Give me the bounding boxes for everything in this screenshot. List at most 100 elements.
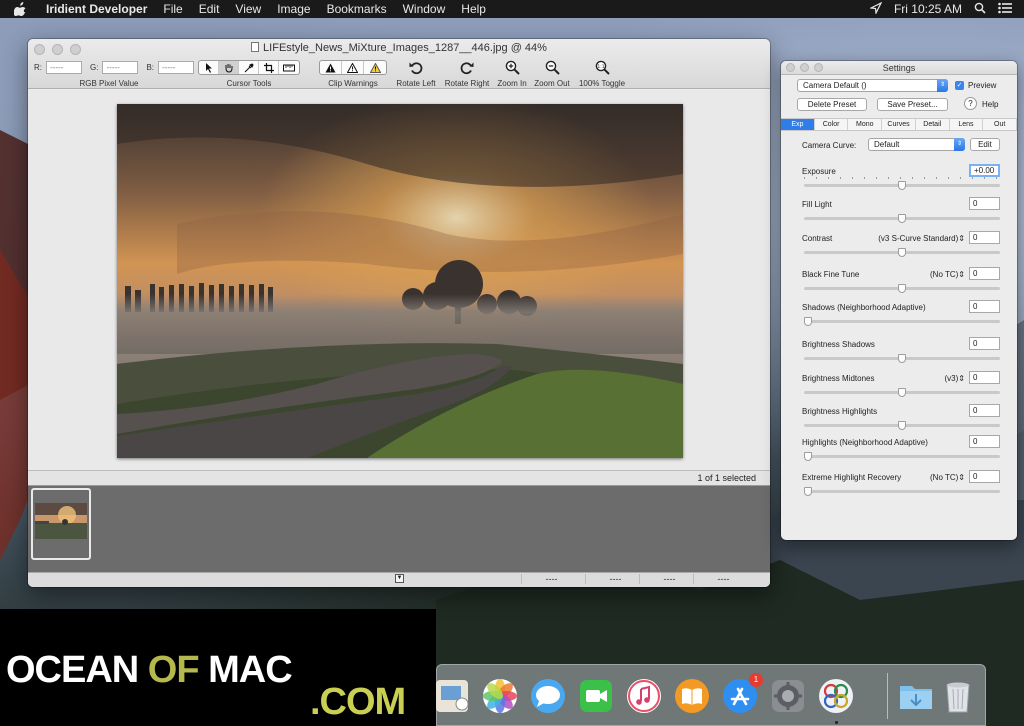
slider-knob[interactable] (804, 452, 812, 461)
slider-knob[interactable] (898, 248, 906, 257)
exposure-slider[interactable] (804, 177, 1000, 192)
black-fine-tune-value-field[interactable]: 0 (969, 267, 1000, 280)
extreme-highlight-recovery-mode-popup[interactable]: (No TC)⇕ (930, 473, 965, 482)
brightness-midtones-value-field[interactable]: 0 (969, 371, 1000, 384)
fill-light-slider[interactable] (804, 213, 1000, 225)
settings-close-button[interactable] (786, 63, 795, 72)
settings-zoom-button[interactable] (814, 63, 823, 72)
slider-knob[interactable] (898, 214, 906, 223)
exposure-value-field[interactable]: +0.00 (969, 164, 1000, 177)
menu-file[interactable]: File (155, 2, 190, 16)
slider-knob[interactable] (804, 317, 812, 326)
system-preferences-icon[interactable] (769, 677, 807, 715)
camera-curve-edit-button[interactable]: Edit (970, 138, 1000, 151)
menu-bookmarks[interactable]: Bookmarks (319, 2, 395, 16)
zoom-in-button[interactable]: Zoom In (494, 59, 530, 88)
preset-popup[interactable]: Camera Default () ⇕ (797, 79, 948, 92)
menubar-clock[interactable]: Fri 10:25 AM (894, 2, 962, 16)
both-clip-warning-icon[interactable] (342, 61, 364, 74)
brightness-shadows-value-field[interactable]: 0 (969, 337, 1000, 350)
menu-image[interactable]: Image (269, 2, 318, 16)
tab-detail[interactable]: Detail (916, 119, 950, 130)
thumbnail-selected[interactable] (31, 488, 91, 560)
spotlight-search-icon[interactable] (974, 2, 986, 17)
preview-checkbox[interactable]: ✓ (955, 81, 964, 90)
shadows-neighborhood-adaptive-label: Shadows (Neighborhood Adaptive) (802, 303, 926, 312)
fill-light-value-field[interactable]: 0 (969, 197, 1000, 210)
messages-icon[interactable] (529, 677, 567, 715)
brightness-highlights-slider[interactable] (804, 420, 1000, 432)
downloads-folder-icon[interactable] (897, 677, 935, 715)
shadows-neighborhood-adaptive-slider[interactable] (804, 316, 1000, 328)
hand-tool-icon[interactable] (219, 61, 239, 74)
slider-knob[interactable] (898, 284, 906, 293)
iridient-icon[interactable] (817, 677, 855, 715)
tab-mono[interactable]: Mono (848, 119, 883, 130)
shadows-neighborhood-adaptive-value-field[interactable]: 0 (969, 300, 1000, 313)
apple-menu-icon[interactable] (12, 1, 28, 17)
settings-minimize-button[interactable] (800, 63, 809, 72)
extreme-highlight-recovery-value-field[interactable]: 0 (969, 470, 1000, 483)
crop-tool-icon[interactable] (259, 61, 279, 74)
preview-app-icon[interactable] (433, 677, 471, 715)
r-label: R: (34, 63, 42, 72)
contrast-mode-popup[interactable]: (v3 S-Curve Standard)⇕ (878, 234, 965, 243)
eyedropper-icon[interactable] (239, 61, 259, 74)
facetime-icon[interactable] (577, 677, 615, 715)
brightness-shadows-slider[interactable] (804, 353, 1000, 365)
slider-ticks (804, 177, 1000, 180)
menu-help[interactable]: Help (453, 2, 494, 16)
slider-knob[interactable] (898, 354, 906, 363)
arrow-cursor-icon[interactable] (199, 61, 219, 74)
tab-color[interactable]: Color (815, 119, 849, 130)
highlight-clip-warning-icon[interactable] (364, 61, 386, 74)
brightness-highlights-value-field[interactable]: 0 (969, 404, 1000, 417)
ibooks-icon[interactable] (673, 677, 711, 715)
100-percent-toggle-button[interactable]: 1:1 100% Toggle (574, 59, 630, 88)
black-fine-tune-mode-popup[interactable]: (No TC)⇕ (930, 270, 965, 279)
tab-lens[interactable]: Lens (950, 119, 984, 130)
filmstrip[interactable] (28, 486, 770, 572)
highlights-neighborhood-adaptive-slider[interactable] (804, 451, 1000, 463)
slider-knob[interactable] (804, 487, 812, 496)
extreme-highlight-recovery-slider[interactable] (804, 486, 1000, 498)
help-icon[interactable]: ? (964, 97, 977, 110)
trash-icon[interactable] (939, 677, 977, 715)
rotate-left-icon (394, 59, 438, 76)
photos-icon[interactable] (481, 677, 519, 715)
contrast-slider[interactable] (804, 247, 1000, 259)
rotate-left-button[interactable]: Rotate Left (394, 59, 438, 88)
tab-exp[interactable]: Exp (781, 119, 815, 130)
contrast-value-field[interactable]: 0 (969, 231, 1000, 244)
highlights-neighborhood-adaptive-value-field[interactable]: 0 (969, 435, 1000, 448)
zoom-out-button[interactable]: Zoom Out (532, 59, 572, 88)
menu-view[interactable]: View (227, 2, 269, 16)
app-menu[interactable]: Iridient Developer (38, 2, 155, 16)
rotate-right-button[interactable]: Rotate Right (442, 59, 492, 88)
shadow-clip-warning-icon[interactable] (320, 61, 342, 74)
tab-curves[interactable]: Curves (882, 119, 916, 130)
image-viewer[interactable] (28, 90, 770, 508)
straighten-tool-icon[interactable] (279, 61, 299, 74)
brightness-midtones-mode-popup[interactable]: (v3)⇕ (945, 374, 965, 383)
menu-window[interactable]: Window (395, 2, 454, 16)
tab-out[interactable]: Out (983, 119, 1017, 130)
brightness-midtones-slider[interactable] (804, 387, 1000, 399)
landscape-photo[interactable] (117, 104, 683, 458)
delete-preset-button[interactable]: Delete Preset (797, 98, 867, 111)
itunes-icon[interactable] (625, 677, 663, 715)
slider-knob[interactable] (898, 421, 906, 430)
notification-center-icon[interactable] (998, 2, 1012, 17)
location-arrow-icon[interactable] (868, 1, 883, 17)
slider-knob[interactable] (898, 388, 906, 397)
document-icon (251, 42, 260, 52)
camera-curve-popup[interactable]: Default ⇕ (868, 138, 965, 151)
image-window: LIFEstyle_News_MiXture_Images_1287__446.… (28, 39, 770, 587)
dock-separator (887, 673, 888, 719)
menu-edit[interactable]: Edit (191, 2, 228, 16)
slider-knob[interactable] (898, 181, 906, 190)
status-bar: 1 of 1 selected (28, 470, 770, 486)
filmstrip-toggle-icon[interactable]: ▼ (395, 574, 404, 583)
save-preset-button[interactable]: Save Preset... (877, 98, 948, 111)
black-fine-tune-slider[interactable] (804, 283, 1000, 295)
